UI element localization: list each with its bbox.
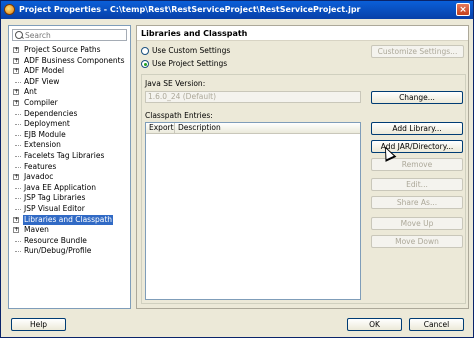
tree-item-label: JSP Visual Editor [24,203,85,213]
expand-icon[interactable]: + [13,216,19,223]
tree-item-label: ADF Model [24,66,65,76]
java-se-version-field: 1.6.0_24 (Default) [145,91,361,103]
tree-item-label: Extension [24,140,61,150]
tree-line-icon [15,145,21,147]
expand-icon[interactable]: + [13,99,19,106]
tree-line-icon [15,198,21,200]
move-up-button[interactable]: Move Up [371,217,463,230]
tree-line-icon [15,240,21,242]
classpath-entries-table[interactable]: Export Description [145,122,361,300]
tree-item[interactable]: JSP Tag Libraries [11,193,129,204]
expand-icon[interactable]: + [13,227,19,234]
tree-item-label: Run/Debug/Profile [24,246,92,256]
change-button[interactable]: Change... [371,91,463,104]
ok-button[interactable]: OK [347,318,402,331]
tree-item[interactable]: + ADF Business Components [11,56,129,67]
expand-icon[interactable]: + [13,68,19,75]
tree-item-label: Compiler [24,97,58,107]
tree-item[interactable]: Resource Bundle [11,236,129,247]
tree-item[interactable]: Java EE Application [11,183,129,194]
tree-item-label: Resource Bundle [24,235,87,245]
help-button[interactable]: Help [11,318,66,331]
tree-item-label: Dependencies [24,108,78,118]
tree-item[interactable]: JSP Visual Editor [11,204,129,215]
search-icon [15,31,23,39]
java-se-version-label: Java SE Version: [145,79,206,88]
add-library-button[interactable]: Add Library... [371,122,463,135]
tree-item[interactable]: Facelets Tag Libraries [11,151,129,162]
tree-item-label: JSP Tag Libraries [24,193,86,203]
settings-panel: Libraries and Classpath Use Custom Setti… [136,25,469,309]
search-input[interactable] [25,30,123,40]
customize-settings-button[interactable]: Customize Settings... [371,45,464,58]
tree-line-icon [15,251,21,253]
column-header-export[interactable]: Export [146,123,175,133]
tree-line-icon [15,155,21,157]
expand-icon[interactable]: + [13,47,19,53]
close-icon[interactable]: × [456,3,470,16]
tree-item-label: Deployment [24,119,70,129]
radio-circle [141,60,149,68]
classpath-entries-label: Classpath Entries: [145,111,213,120]
window-title: Project Properties - C:\temp\Rest\RestSe… [19,5,361,14]
cancel-button[interactable]: Cancel [409,318,464,331]
search-box [12,29,127,41]
tree-item[interactable]: + Project Source Paths [11,45,129,56]
expand-icon[interactable]: + [13,57,19,64]
settings-group: Java SE Version: 1.6.0_24 (Default) Chan… [141,74,466,304]
category-panel: + Project Source Paths + ADF Business Compo… [8,25,131,309]
tree-item[interactable]: Dependencies [11,109,129,120]
move-down-button[interactable]: Move Down [371,235,463,248]
tree-item-label: Java EE Application [24,182,96,192]
tree-line-icon [15,166,21,168]
radio-circle [141,47,149,55]
project-properties-dialog: Project Properties - C:\temp\Rest\RestSe… [0,0,474,338]
tree-item[interactable]: + ADF Model [11,66,129,77]
tree-item[interactable]: ADF View [11,77,129,88]
tree-item[interactable]: EJB Module [11,130,129,141]
tree-item-label: Ant [24,87,37,97]
tree-item-label: Libraries and Classpath [23,214,114,226]
tree-item[interactable]: Run/Debug/Profile [11,246,129,257]
tree-item[interactable]: + Compiler [11,98,129,109]
app-icon [4,4,15,15]
column-header-description[interactable]: Description [175,123,360,133]
tree-item-label: ADF Business Components [24,55,125,65]
tree-item[interactable]: Extension [11,140,129,151]
tree-item-label: Facelets Tag Libraries [24,150,105,160]
tree-line-icon [15,113,21,115]
tree-item-label: Javadoc [24,172,54,182]
tree-item[interactable]: + Ant [11,87,129,98]
tree-line-icon [15,134,21,136]
tree-item-label: Project Source Paths [24,45,101,54]
tree-item[interactable]: Features [11,162,129,173]
panel-heading: Libraries and Classpath [137,26,468,41]
expand-icon[interactable]: + [13,174,19,181]
tree-line-icon [15,81,21,83]
tree-item[interactable]: + Libraries and Classpath [11,214,129,226]
tree-item-label: EJB Module [24,129,66,139]
tree-item-label: Maven [24,225,49,235]
radio-label: Use Custom Settings [152,46,231,55]
table-header: Export Description [146,123,360,134]
tree-item[interactable]: Deployment [11,119,129,130]
category-tree: + Project Source Paths + ADF Business Compo… [11,45,129,257]
edit-button[interactable]: Edit... [371,178,463,191]
tree-line-icon [15,208,21,210]
tree-item[interactable]: + Javadoc [11,172,129,183]
tree-item[interactable]: + Maven [11,225,129,236]
title-bar: Project Properties - C:\temp\Rest\RestSe… [1,1,473,19]
expand-icon[interactable]: + [13,89,19,96]
radio-label: Use Project Settings [152,59,228,68]
tree-item-label: ADF View [24,76,60,86]
tree-line-icon [15,187,21,189]
share-as-button[interactable]: Share As... [371,196,463,209]
tree-line-icon [15,124,21,126]
tree-item-label: Features [24,161,57,171]
